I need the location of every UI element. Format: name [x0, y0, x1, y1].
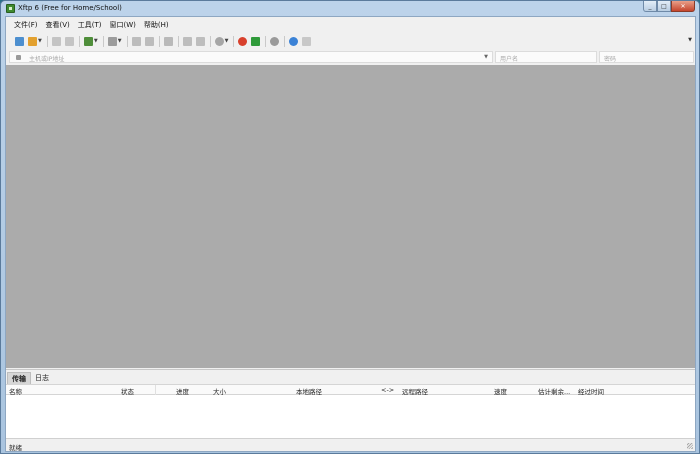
open-folder-icon[interactable]	[28, 36, 37, 46]
menu-tools[interactable]: 工具(T)	[78, 20, 102, 30]
toolbar-separator	[126, 35, 128, 47]
maximize-icon: □	[661, 2, 667, 10]
lock-icon	[16, 55, 21, 60]
column-speed[interactable]: 速度	[494, 386, 507, 396]
menu-window[interactable]: 窗口(W)	[110, 20, 136, 30]
layout-icon[interactable]	[107, 36, 117, 46]
menu-file[interactable]: 文件(F)	[14, 20, 38, 30]
copy-icon[interactable]	[131, 36, 141, 46]
close-icon: ✕	[680, 2, 686, 10]
reconnect-icon[interactable]	[64, 36, 74, 46]
status-bar: 就绪	[6, 438, 695, 452]
toolbar-separator	[209, 35, 211, 47]
client-area: 文件(F) 查看(V) 工具(T) 窗口(W) 帮助(H) ▼ ▼ ▼ ▼ ▼ …	[5, 16, 696, 452]
app-window: Xftp 6 (Free for Home/School) _ □ ✕ 文件(F…	[0, 0, 700, 454]
transfer-panel: 传输 日志 名称 状态 进度 大小 本地路径 <-> 远程路径 速度 估计剩余.…	[6, 369, 695, 452]
toolbar-separator	[265, 35, 267, 47]
column-separator	[155, 385, 156, 395]
maximize-button[interactable]: □	[657, 1, 671, 12]
toolbar-separator	[284, 35, 286, 47]
open-dropdown-icon[interactable]: ▼	[38, 38, 42, 44]
password-input[interactable]: 密码	[599, 51, 694, 63]
close-button[interactable]: ✕	[671, 1, 695, 12]
layout-dropdown-icon[interactable]: ▼	[118, 38, 122, 44]
properties-icon[interactable]	[195, 36, 205, 46]
transfer-list[interactable]	[6, 396, 695, 439]
toolbar-separator	[233, 35, 235, 47]
password-placeholder: 密码	[604, 56, 617, 63]
host-placeholder: 主机或IP地址	[29, 56, 65, 63]
menu-view[interactable]: 查看(V)	[46, 20, 70, 30]
new-window-dropdown-icon[interactable]: ▼	[94, 38, 98, 44]
host-dropdown-icon[interactable]: ▼	[484, 54, 488, 60]
chat-icon[interactable]	[302, 36, 312, 46]
tab-transfers[interactable]: 传输	[7, 372, 31, 384]
window-title: Xftp 6 (Free for Home/School)	[18, 4, 122, 12]
help-icon[interactable]	[289, 36, 299, 46]
column-remote-path[interactable]: 远程路径	[402, 386, 428, 396]
address-bar: 主机或IP地址 ▼ 用户名 密码	[9, 51, 694, 63]
disconnect-icon[interactable]	[51, 36, 61, 46]
tab-log[interactable]: 日志	[31, 372, 53, 384]
transfer-column-header: 名称 状态 进度 大小 本地路径 <-> 远程路径 速度 估计剩余... 经过时…	[6, 384, 695, 396]
toolbar: ▼ ▼ ▼ ▼ ▼	[6, 33, 695, 49]
resize-grip-icon[interactable]	[687, 443, 693, 449]
toolbar-overflow-icon[interactable]: ▼	[688, 37, 692, 43]
minimize-icon: _	[648, 2, 652, 10]
minimize-button[interactable]: _	[643, 1, 657, 12]
window-controls: _ □ ✕	[643, 1, 695, 13]
menu-bar: 文件(F) 查看(V) 工具(T) 窗口(W) 帮助(H)	[6, 17, 695, 32]
transfer-icon[interactable]	[163, 36, 173, 46]
host-input[interactable]: 主机或IP地址 ▼	[9, 51, 493, 63]
toolbar-separator	[102, 35, 104, 47]
column-direction[interactable]: <->	[381, 386, 394, 394]
encoding-icon[interactable]	[214, 36, 224, 46]
column-size[interactable]: 大小	[213, 386, 226, 396]
column-status[interactable]: 状态	[121, 386, 134, 396]
encoding-dropdown-icon[interactable]: ▼	[225, 38, 229, 44]
username-placeholder: 用户名	[500, 56, 519, 63]
toolbar-separator	[177, 35, 179, 47]
session-workspace[interactable]	[6, 65, 695, 368]
toolbar-separator	[46, 35, 48, 47]
panel-tabs: 传输 日志	[6, 370, 695, 384]
column-elapsed[interactable]: 经过时间	[578, 386, 604, 396]
column-local-path[interactable]: 本地路径	[296, 386, 322, 396]
menu-help[interactable]: 帮助(H)	[144, 20, 169, 30]
status-text: 就绪	[9, 444, 22, 452]
new-window-icon[interactable]	[83, 36, 93, 46]
column-name[interactable]: 名称	[9, 386, 22, 396]
toolbar-separator	[78, 35, 80, 47]
xshell-icon[interactable]	[238, 36, 248, 46]
toolbar-separator	[158, 35, 160, 47]
new-session-icon[interactable]	[15, 36, 24, 46]
options-icon[interactable]	[270, 36, 280, 46]
column-eta[interactable]: 估计剩余...	[538, 386, 570, 396]
refresh-icon[interactable]	[182, 36, 192, 46]
paste-icon[interactable]	[144, 36, 154, 46]
username-input[interactable]: 用户名	[495, 51, 597, 63]
xftp-icon[interactable]	[251, 36, 261, 46]
title-bar[interactable]: Xftp 6 (Free for Home/School) _ □ ✕	[1, 1, 699, 16]
xftp-app-icon[interactable]	[6, 4, 15, 13]
column-progress[interactable]: 进度	[176, 386, 189, 396]
